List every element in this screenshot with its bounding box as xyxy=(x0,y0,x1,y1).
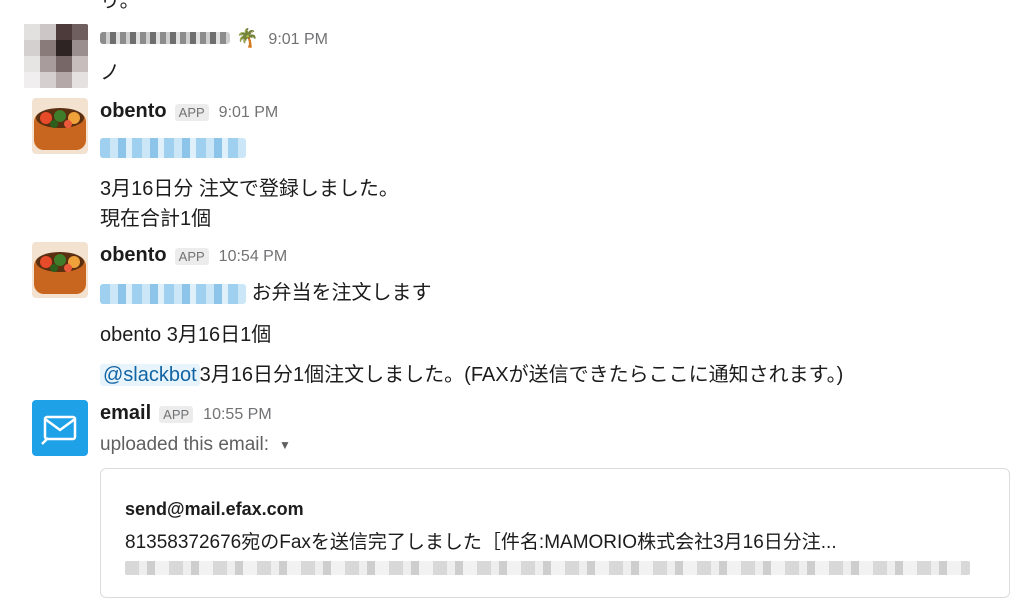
email-from: send@mail.efax.com xyxy=(125,499,304,519)
message-text: 3月16日分 注文で登録しました。 xyxy=(100,178,399,200)
message-text: 現在合計1個 xyxy=(100,208,212,230)
message-timestamp[interactable]: 10:55 PM xyxy=(203,406,271,424)
avatar-pixelated-icon xyxy=(24,24,88,88)
message-timestamp[interactable]: 9:01 PM xyxy=(268,31,328,49)
obento-avatar[interactable] xyxy=(32,242,88,298)
bento-box-icon xyxy=(32,98,88,154)
app-badge: APP xyxy=(174,104,209,121)
slackbot-line-text: 3月16日分1個注文しました。(FAXが送信できたらここに通知されます。) xyxy=(199,364,844,386)
slackbot-mention[interactable]: @slackbot xyxy=(100,364,200,386)
email-app-avatar[interactable] xyxy=(32,400,88,456)
order-text: お弁当を注文します xyxy=(251,282,432,304)
email-subject: 81358372676宛のFaxを送信完了しました［件名:MAMORIO株式会社… xyxy=(125,532,837,553)
user-mention-blurred[interactable] xyxy=(100,137,246,158)
sender-name[interactable]: obento xyxy=(100,244,167,267)
app-badge: APP xyxy=(174,248,209,265)
message-obento-2: obento APP 10:54 PM お弁当を注文します obento 3月1… xyxy=(0,242,1024,392)
email-preview-blurred xyxy=(125,561,970,575)
message-user: 🌴 9:01 PM ノ xyxy=(0,20,1024,90)
app-badge: APP xyxy=(159,406,194,423)
palm-tree-icon: 🌴 xyxy=(236,28,259,48)
uploaded-label: uploaded this email: xyxy=(100,434,269,455)
user-avatar[interactable] xyxy=(24,24,88,88)
caret-down-icon[interactable]: ▼ xyxy=(279,438,291,452)
message-obento-1: obento APP 9:01 PM 3月16日分 注文で登録しました。 現在合… xyxy=(0,98,1024,238)
message-timestamp[interactable]: 9:01 PM xyxy=(219,104,279,122)
email-attachment-card[interactable]: send@mail.efax.com 81358372676宛のFaxを送信完了… xyxy=(100,468,1010,598)
user-mention-blurred[interactable] xyxy=(100,283,246,304)
sender-name-blurred[interactable] xyxy=(100,32,230,44)
sender-name[interactable]: obento xyxy=(100,100,167,123)
sender-name[interactable]: email xyxy=(100,402,151,425)
email-upload-icon xyxy=(41,415,77,445)
mention-blurred-line xyxy=(100,136,246,159)
upload-meta: uploaded this email: ▼ xyxy=(100,434,291,456)
slackbot-line: @slackbot 3月16日分1個注文しました。(FAXが送信できたらここに通知… xyxy=(100,358,843,387)
order-summary: obento 3月16日1個 xyxy=(100,324,272,346)
message-text: ノ xyxy=(100,62,120,84)
obento-avatar[interactable] xyxy=(32,98,88,154)
order-line: お弁当を注文します xyxy=(100,276,432,305)
message-timestamp[interactable]: 10:54 PM xyxy=(219,248,287,266)
previous-message-fragment: り。 xyxy=(100,0,140,12)
bento-box-icon xyxy=(32,242,88,298)
